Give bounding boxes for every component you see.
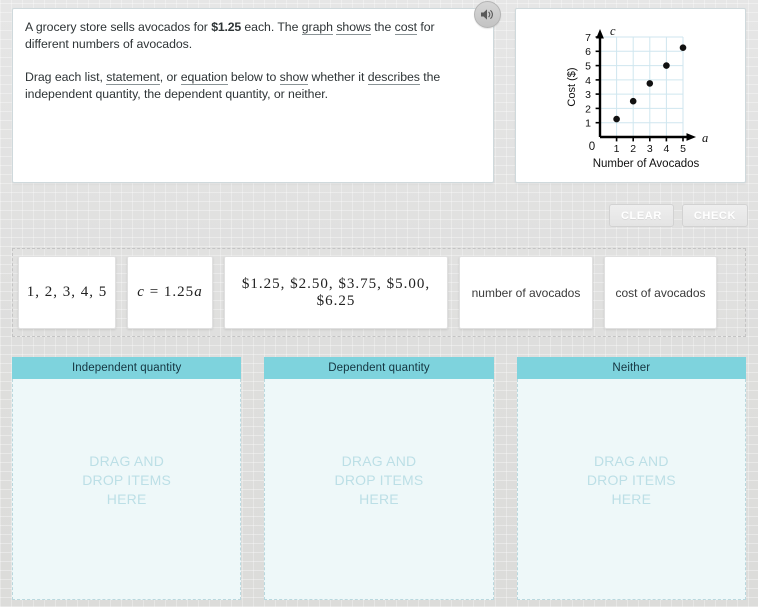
top-row: A grocery store sells avocados for $1.25… — [0, 0, 758, 190]
y-tick-2: 2 — [585, 103, 591, 115]
vocab-link-shows[interactable]: shows — [336, 20, 371, 35]
drop-zone-title: Neither — [516, 357, 746, 379]
y-tick-6: 6 — [585, 46, 591, 58]
chart-x-variable: a — [702, 131, 708, 145]
vocab-link-cost[interactable]: cost — [394, 20, 417, 35]
drag-item-label: c = 1.25a — [137, 284, 203, 300]
cost-vs-avocados-scatter-chart: 1 2 3 4 5 6 7 1 2 3 4 5 0 c a Cost ($) N… — [516, 9, 747, 184]
chart-svg: 1 2 3 4 5 6 7 1 2 3 4 5 0 c a Cost ($) N… — [566, 24, 708, 170]
prompt-panel: A grocery store sells avocados for $1.25… — [12, 8, 494, 183]
drop-zone-body[interactable]: DRAG AND DROP ITEMS HERE — [516, 379, 746, 600]
x-tick-3: 3 — [647, 143, 653, 155]
prompt-text-2d: whether it — [308, 70, 368, 84]
price-value: $1.25 — [211, 20, 241, 34]
chart-origin-label: 0 — [589, 141, 595, 153]
chart-y-variable: c — [610, 24, 616, 38]
check-button[interactable]: CHECK — [681, 204, 748, 227]
vocab-link-equation[interactable]: equation — [180, 70, 228, 85]
x-tick-5: 5 — [680, 143, 686, 155]
clear-button[interactable]: CLEAR — [608, 204, 674, 227]
drop-zones: Independent quantity DRAG AND DROP ITEMS H… — [12, 357, 746, 600]
y-tick-7: 7 — [585, 32, 591, 44]
chart-y-axis-label: Cost ($) — [566, 67, 578, 106]
drop-zone-placeholder: DRAG AND DROP ITEMS HERE — [334, 452, 424, 507]
data-point-3 — [646, 80, 654, 87]
graph-panel: 1 2 3 4 5 6 7 1 2 3 4 5 0 c a Cost ($) N… — [515, 8, 746, 183]
y-tick-5: 5 — [585, 61, 591, 73]
y-tick-1: 1 — [585, 118, 591, 130]
vocab-link-graph[interactable]: graph — [301, 20, 333, 35]
data-point-5 — [679, 44, 687, 51]
drop-zone-placeholder: DRAG AND DROP ITEMS HERE — [82, 452, 172, 507]
drag-items-tray: 1, 2, 3, 4, 5 c = 1.25a $1.25, $2.50, $3… — [12, 248, 746, 337]
action-bar: CLEAR CHECK — [608, 204, 748, 227]
prompt-text-1a: A grocery store sells avocados for — [25, 20, 212, 34]
prompt-text-2c: below to — [227, 70, 280, 84]
drag-item-number-of-avocados[interactable]: number of avocados — [459, 256, 593, 329]
chart-gridlines — [600, 36, 684, 137]
drag-item-list-numbers[interactable]: 1, 2, 3, 4, 5 — [18, 256, 116, 329]
prompt-text: A grocery store sells avocados for $1.25… — [25, 19, 479, 102]
drop-zone-placeholder: DRAG AND DROP ITEMS HERE — [586, 452, 676, 507]
drop-zone-independent-quantity[interactable]: Independent quantity DRAG AND DROP ITEMS H… — [12, 357, 242, 600]
chart-x-axis-label: Number of Avocados — [593, 158, 700, 170]
x-tick-2: 2 — [630, 143, 636, 155]
drop-zone-title: Independent quantity — [12, 357, 242, 379]
prompt-text-2b: , or — [159, 70, 181, 84]
drag-item-cost-of-avocados[interactable]: cost of avocados — [604, 256, 717, 329]
y-tick-3: 3 — [585, 89, 591, 101]
x-tick-1: 1 — [614, 143, 620, 155]
x-tick-4: 4 — [663, 143, 669, 155]
vocab-link-show[interactable]: show — [279, 70, 308, 85]
drop-zone-title: Dependent quantity — [264, 357, 494, 379]
speaker-icon — [481, 9, 493, 20]
vocab-link-statement[interactable]: statement — [106, 70, 160, 85]
drag-item-list-costs[interactable]: $1.25, $2.50, $3.75, $5.00, $6.25 — [224, 256, 448, 329]
vocab-link-describes[interactable]: describes — [367, 70, 420, 85]
chart-y-axis — [595, 29, 604, 137]
drag-item-label: number of avocados — [471, 285, 581, 300]
drag-item-label: $1.25, $2.50, $3.75, $5.00, $6.25 — [241, 275, 431, 309]
prompt-paragraph-2: Drag each list, statement, or equation b… — [25, 69, 479, 102]
prompt-text-1d: the — [370, 20, 395, 34]
drop-zone-dependent-quantity[interactable]: Dependent quantity DRAG AND DROP ITEMS HER… — [264, 357, 494, 600]
prompt-text-1b: each. The — [241, 20, 302, 34]
drop-zone-body[interactable]: DRAG AND DROP ITEMS HERE — [264, 379, 494, 600]
drop-zone-body[interactable]: DRAG AND DROP ITEMS HERE — [12, 379, 242, 600]
data-point-4 — [663, 62, 670, 69]
y-tick-4: 4 — [585, 75, 591, 87]
chart-x-axis — [600, 133, 696, 142]
drop-zone-neither[interactable]: Neither DRAG AND DROP ITEMS HERE — [516, 357, 746, 600]
read-aloud-button[interactable] — [474, 1, 501, 28]
prompt-text-2a: Drag each list, — [25, 70, 107, 84]
drag-item-label: cost of avocados — [615, 285, 706, 300]
prompt-paragraph-1: A grocery store sells avocados for $1.25… — [25, 19, 479, 52]
data-point-2 — [629, 97, 637, 105]
drag-item-label: 1, 2, 3, 4, 5 — [26, 284, 108, 300]
data-point-1 — [613, 115, 620, 123]
drag-item-equation[interactable]: c = 1.25a — [127, 256, 213, 329]
